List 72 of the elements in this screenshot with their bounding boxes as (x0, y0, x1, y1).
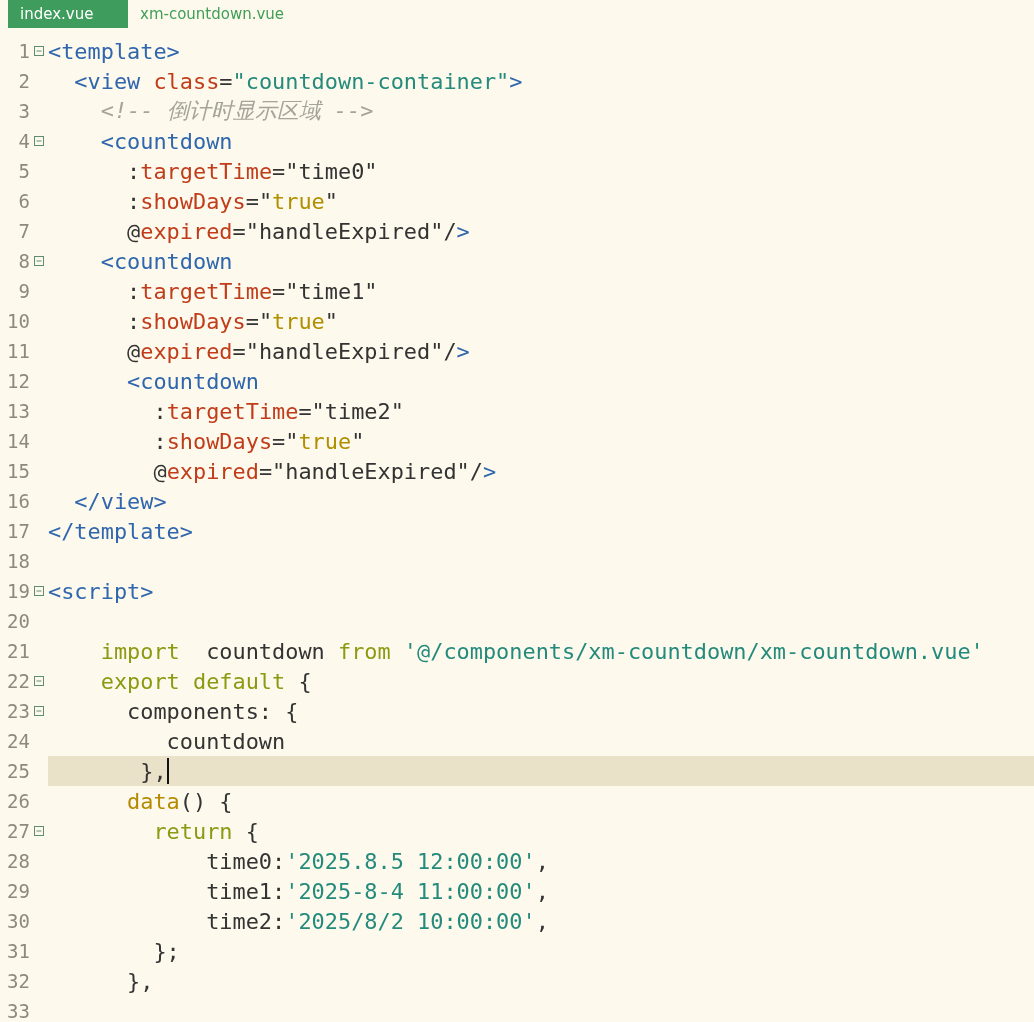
code-line: return { (152, 817, 260, 846)
code-line: export default { (99, 667, 313, 696)
line-number: 5 (17, 160, 30, 182)
fold-collapse-icon[interactable] (34, 586, 44, 596)
line-number: 16 (6, 490, 30, 512)
line-number: 6 (17, 190, 30, 212)
line-number: 13 (6, 400, 30, 422)
line-number: 20 (6, 610, 30, 632)
line-number: 30 (6, 910, 30, 932)
code-line: :targetTime="time1" (126, 277, 379, 306)
fold-collapse-icon[interactable] (34, 676, 44, 686)
code-line: <countdown (99, 127, 234, 156)
line-number: 11 (6, 340, 30, 362)
code-line: @expired="handleExpired"/> (126, 217, 471, 246)
code-line: :showDays="true" (126, 307, 339, 336)
fold-collapse-icon[interactable] (34, 46, 44, 56)
line-number: 31 (6, 940, 30, 962)
file-tab[interactable]: index.vue (8, 0, 128, 28)
line-number: 8 (17, 250, 30, 272)
line-number: 24 (6, 730, 30, 752)
line-number: 29 (6, 880, 30, 902)
code-line: components: { (126, 697, 300, 726)
line-number: 21 (6, 640, 30, 662)
line-number: 9 (17, 280, 30, 302)
line-number: 12 (6, 370, 30, 392)
code-line: <view class="countdown-container"> (73, 67, 524, 96)
fold-collapse-icon[interactable] (34, 256, 44, 266)
code-line: :targetTime="time2" (152, 397, 405, 426)
line-number: 17 (6, 520, 30, 542)
code-line: time1:'2025-8-4 11:00:00', (205, 877, 550, 906)
code-line: :showDays="true" (126, 187, 339, 216)
code-line: }; (152, 937, 181, 966)
code-line: <script> (48, 577, 155, 606)
code-line: <countdown (99, 247, 234, 276)
code-line: time2:'2025/8/2 10:00:00', (205, 907, 550, 936)
fold-collapse-icon[interactable] (34, 826, 44, 836)
line-number: 10 (6, 310, 30, 332)
code-line: <template> (48, 37, 181, 66)
line-number: 1 (17, 40, 30, 62)
code-line: :showDays="true" (152, 427, 366, 456)
code-line: import countdown from '@/components/xm-countdown/xm-countdown.vue' (99, 637, 985, 666)
line-number: 7 (17, 220, 30, 242)
line-number: 27 (6, 820, 30, 842)
code-line: @expired="handleExpired"/> (126, 337, 471, 366)
fold-collapse-icon[interactable] (34, 136, 44, 146)
code-line: <countdown (126, 367, 260, 396)
line-number: 15 (6, 460, 30, 482)
fold-collapse-icon[interactable] (34, 706, 44, 716)
file-tab[interactable]: xm-countdown.vue (128, 0, 313, 28)
line-number: 28 (6, 850, 30, 872)
code-line: @expired="handleExpired"/> (152, 457, 498, 486)
line-number: 26 (6, 790, 30, 812)
line-number: 25 (6, 760, 30, 782)
line-number: 19 (6, 580, 30, 602)
code-line: :targetTime="time0" (126, 157, 379, 186)
code-line: countdown (165, 727, 287, 756)
line-number: 4 (17, 130, 30, 152)
line-number: 22 (6, 670, 30, 692)
line-number: 33 (6, 1000, 30, 1022)
line-number: 3 (17, 100, 30, 122)
code-line: </template> (48, 517, 194, 546)
line-number: 18 (6, 550, 30, 572)
code-line: </view> (73, 487, 168, 516)
line-number: 32 (6, 970, 30, 992)
line-number: 2 (17, 70, 30, 92)
code-line: data() { (126, 787, 234, 816)
code-line: time0:'2025.8.5 12:00:00', (205, 847, 550, 876)
code-line: }, (126, 967, 155, 996)
line-number: 23 (6, 700, 30, 722)
code-line: <!-- 倒计时显示区域 --> (99, 97, 375, 125)
text-cursor (166, 758, 169, 784)
line-number: 14 (6, 430, 30, 452)
